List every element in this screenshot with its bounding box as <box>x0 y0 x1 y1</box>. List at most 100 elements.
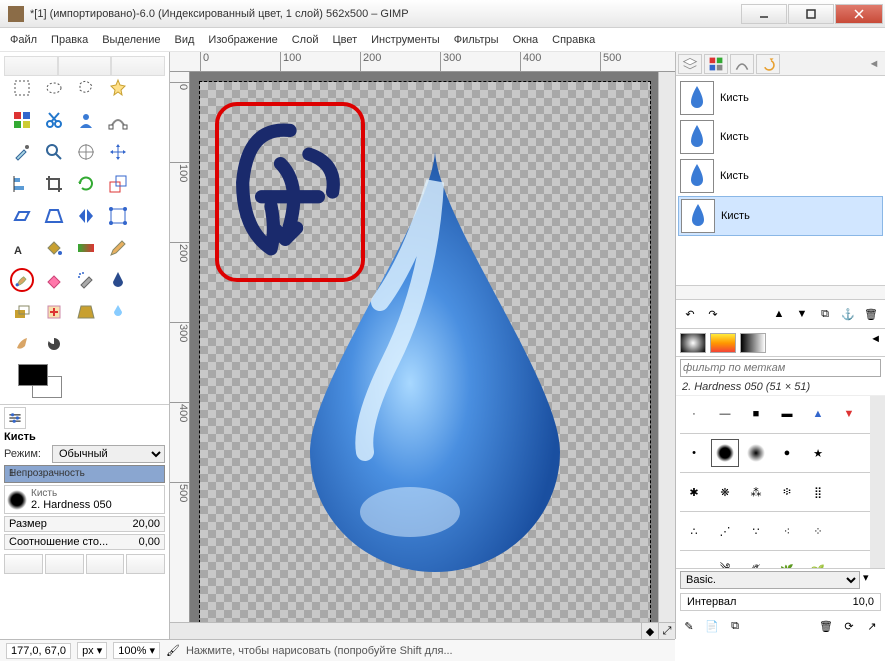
filter-input[interactable] <box>680 359 881 377</box>
brush-item[interactable] <box>742 439 770 467</box>
lower-layer-icon[interactable]: ▼ <box>792 304 812 324</box>
new-brush-icon[interactable]: 📄 <box>702 616 722 636</box>
fg-color[interactable] <box>18 364 48 386</box>
anchor-layer-icon[interactable]: ⚓ <box>838 304 858 324</box>
brush-item[interactable]: 🌿 <box>773 556 801 568</box>
pattern-preview-icon[interactable] <box>710 333 736 353</box>
tool-options-tab-icon[interactable] <box>4 407 26 429</box>
mode-select[interactable]: Обычный <box>52 445 165 463</box>
brush-item[interactable]: ⁂ <box>742 478 770 506</box>
brush-item[interactable]: ❋ <box>711 478 739 506</box>
brush-item[interactable]: ∵ <box>742 517 770 545</box>
layer-item[interactable]: Кисть <box>678 118 883 156</box>
canvas-viewport[interactable] <box>190 72 658 622</box>
brush-item[interactable]: ∴ <box>680 517 708 545</box>
rect-select-tool[interactable] <box>10 76 34 100</box>
brush-preview-icon[interactable] <box>680 333 706 353</box>
brush-item[interactable]: ⋰ <box>711 517 739 545</box>
menu-select[interactable]: Выделение <box>96 31 166 49</box>
paintbrush-tool[interactable] <box>10 268 34 292</box>
move-tool[interactable] <box>106 140 130 164</box>
rotate-tool[interactable] <box>74 172 98 196</box>
edit-brush-icon[interactable]: ✎ <box>679 616 699 636</box>
nav-quickmask-icon[interactable]: ◆ <box>641 623 658 639</box>
opacity-slider[interactable]: Непрозрачность1 <box>4 465 165 483</box>
brush-item[interactable]: ⁖ <box>773 517 801 545</box>
ellipse-select-tool[interactable] <box>42 76 66 100</box>
eraser-tool[interactable] <box>42 268 66 292</box>
cage-tool[interactable] <box>106 204 130 228</box>
refresh-brush-icon[interactable]: ⟳ <box>839 616 859 636</box>
dock-menu-button-2[interactable]: ◄ <box>870 333 881 352</box>
brush-item[interactable]: ★ <box>804 439 832 467</box>
menu-view[interactable]: Вид <box>169 31 201 49</box>
perspective-clone-tool[interactable] <box>74 300 98 324</box>
menu-edit[interactable]: Правка <box>45 31 94 49</box>
menu-image[interactable]: Изображение <box>202 31 283 49</box>
bucket-fill-tool[interactable] <box>42 236 66 260</box>
interval-field[interactable]: Интервал10,0 <box>680 593 881 611</box>
dock-menu-button[interactable]: ◄ <box>865 54 883 73</box>
status-unit[interactable]: px ▾ <box>77 642 107 659</box>
minimize-button[interactable] <box>741 4 787 24</box>
reset-preset-button[interactable] <box>126 554 165 574</box>
pencil-tool[interactable] <box>106 236 130 260</box>
clone-tool[interactable] <box>10 300 34 324</box>
scissors-tool[interactable] <box>42 108 66 132</box>
status-zoom[interactable]: 100% ▾ <box>113 642 160 659</box>
brush-item[interactable]: ✱ <box>680 478 708 506</box>
menu-layer[interactable]: Слой <box>286 31 325 49</box>
save-preset-button[interactable] <box>4 554 43 574</box>
brush-item[interactable]: ༗ <box>742 556 770 568</box>
layer-scroll[interactable] <box>676 286 885 300</box>
redo-icon[interactable]: ↷ <box>703 304 723 324</box>
preset-menu-icon[interactable]: ▾ <box>863 571 881 589</box>
layers-tab-icon[interactable] <box>678 54 702 74</box>
gradient-preview-icon[interactable] <box>740 333 766 353</box>
dodge-burn-tool[interactable] <box>42 332 66 356</box>
shear-tool[interactable] <box>10 204 34 228</box>
layer-item[interactable]: Кисть <box>678 79 883 117</box>
nav-zoom-icon[interactable]: ⤢ <box>658 623 675 639</box>
undo-tab-icon[interactable] <box>756 54 780 74</box>
airbrush-tool[interactable] <box>74 268 98 292</box>
brush-item[interactable]: · <box>680 400 708 428</box>
layer-item[interactable]: Кисть <box>678 157 883 195</box>
foreground-select-tool[interactable] <box>74 108 98 132</box>
menu-tools[interactable]: Инструменты <box>365 31 446 49</box>
brush-item[interactable]: ▲ <box>804 400 832 428</box>
fuzzy-select-tool[interactable] <box>106 76 130 100</box>
text-tool[interactable]: A <box>10 236 34 260</box>
menu-filters[interactable]: Фильтры <box>448 31 505 49</box>
brush-item[interactable]: — <box>711 400 739 428</box>
brush-item[interactable]: ༄ <box>711 556 739 568</box>
brush-item[interactable]: ⁘ <box>804 517 832 545</box>
measure-tool[interactable] <box>74 140 98 164</box>
crop-tool[interactable] <box>42 172 66 196</box>
brush-item[interactable] <box>711 439 739 467</box>
brush-item[interactable]: • <box>680 439 708 467</box>
preset-select[interactable]: Basic. <box>680 571 860 589</box>
brush-item[interactable]: ● <box>773 439 801 467</box>
delete-brush-icon[interactable]: 🗑 <box>816 616 836 636</box>
brush-item[interactable]: ፨ <box>773 478 801 506</box>
flip-tool[interactable] <box>74 204 98 228</box>
scale-tool[interactable] <box>106 172 130 196</box>
menu-color[interactable]: Цвет <box>326 31 363 49</box>
blend-tool[interactable] <box>74 236 98 260</box>
duplicate-brush-icon[interactable]: ⧉ <box>725 616 745 636</box>
heal-tool[interactable] <box>42 300 66 324</box>
menu-windows[interactable]: Окна <box>507 31 545 49</box>
smudge-tool[interactable] <box>10 332 34 356</box>
zoom-tool[interactable] <box>42 140 66 164</box>
blur-tool[interactable] <box>106 300 130 324</box>
free-select-tool[interactable] <box>74 76 98 100</box>
open-as-image-icon[interactable]: ↗ <box>862 616 882 636</box>
layer-item[interactable]: Кисть <box>678 196 883 236</box>
brush-item[interactable]: ▼ <box>835 400 863 428</box>
maximize-button[interactable] <box>788 4 834 24</box>
color-swatch[interactable] <box>18 364 62 398</box>
menu-help[interactable]: Справка <box>546 31 601 49</box>
by-color-select-tool[interactable] <box>10 108 34 132</box>
ink-tool[interactable] <box>106 268 130 292</box>
